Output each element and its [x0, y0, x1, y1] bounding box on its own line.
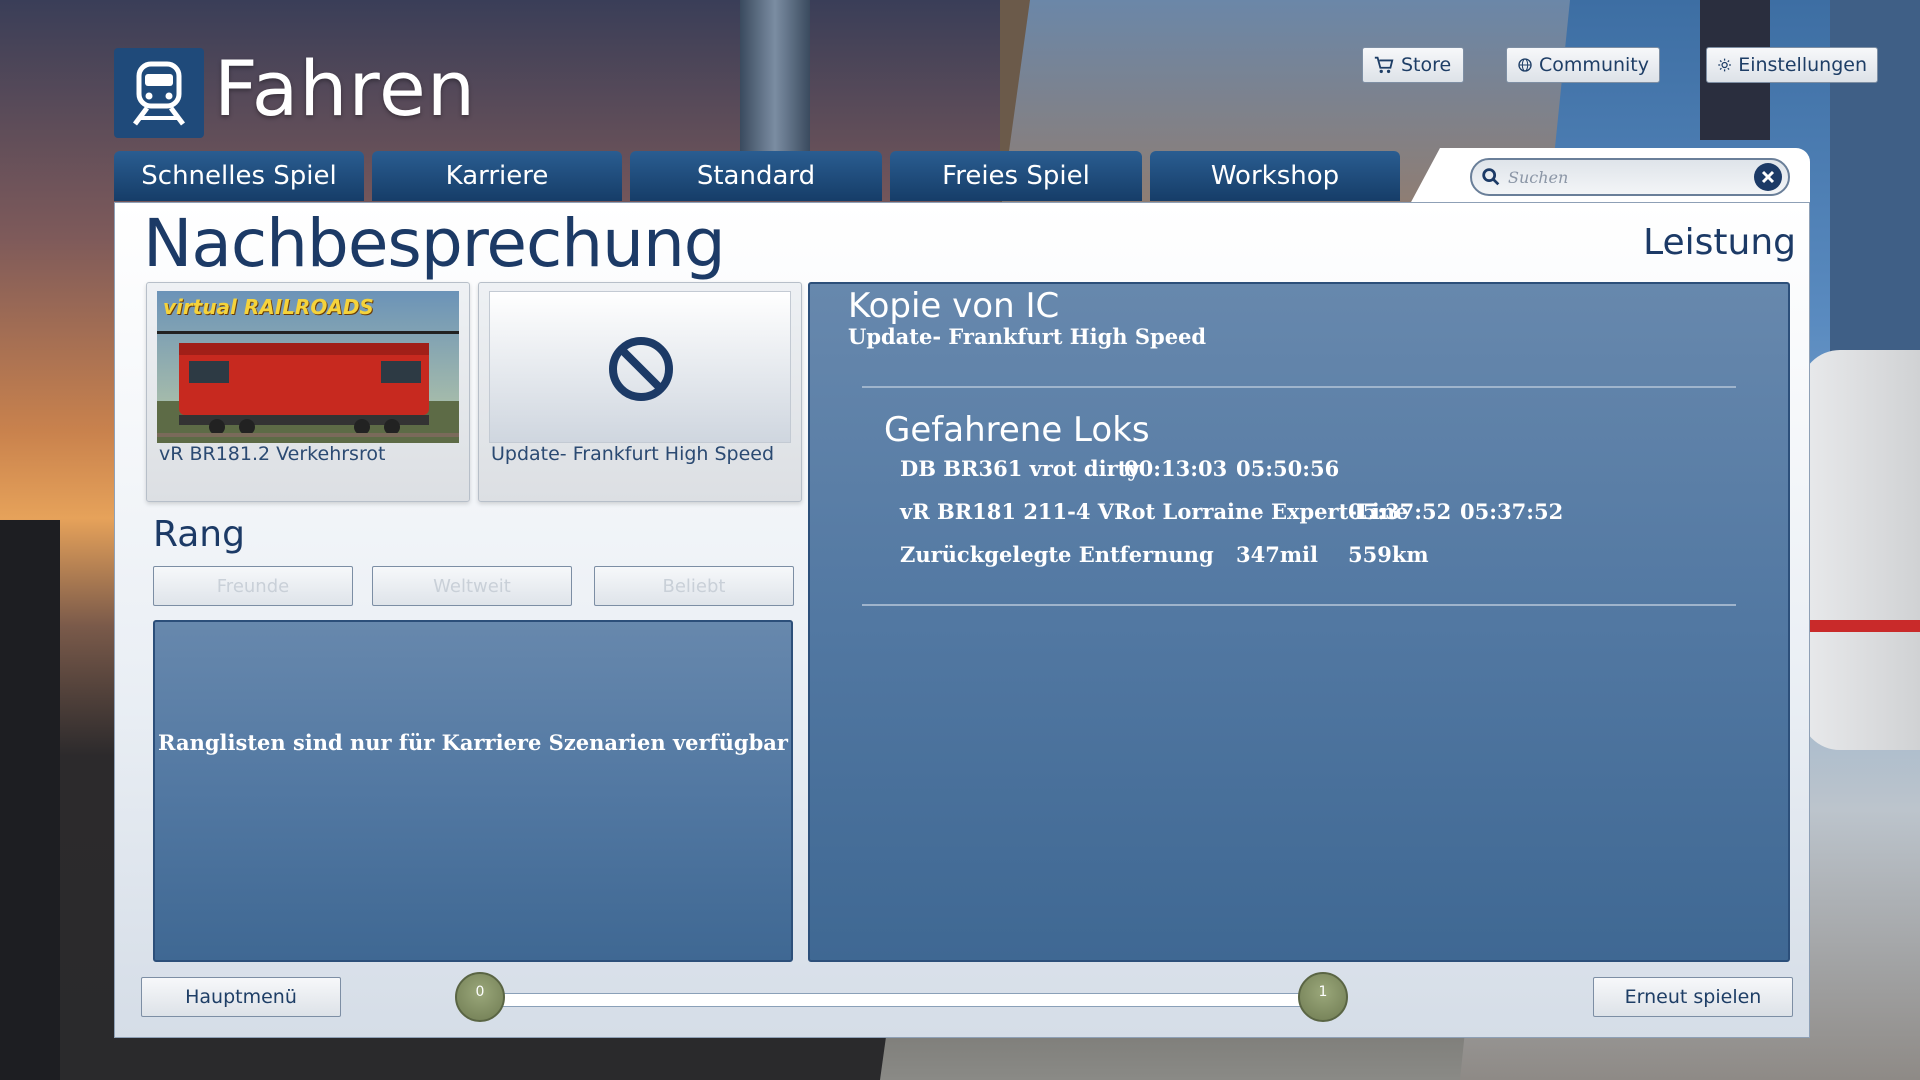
slider-end-handle[interactable]: 1: [1298, 972, 1348, 1022]
app-title: Fahren: [214, 44, 476, 133]
train-icon: [133, 61, 185, 126]
main-menu-button[interactable]: Hauptmenü: [141, 977, 341, 1017]
rank-friends-button[interactable]: Freunde: [153, 566, 353, 606]
route-name: Update- Frankfurt High Speed: [848, 324, 1207, 349]
leaderboard-message: Ranglisten sind nur für Karriere Szenari…: [158, 730, 788, 755]
background-ice-train: [1800, 350, 1920, 750]
tab-karriere[interactable]: Karriere: [372, 151, 622, 201]
gear-icon: [1718, 58, 1731, 72]
distance-label: Zurückgelegte Entfernung: [900, 542, 1214, 567]
search-icon: [1482, 168, 1500, 186]
store-button[interactable]: Store: [1362, 47, 1464, 83]
rank-title: Rang: [153, 514, 245, 555]
tab-standard[interactable]: Standard: [630, 151, 882, 201]
community-label: Community: [1539, 54, 1649, 76]
progress-slider-track[interactable]: [478, 993, 1320, 1007]
divider: [862, 386, 1736, 388]
slider-start-handle[interactable]: 0: [455, 972, 505, 1022]
tab-workshop[interactable]: Workshop: [1150, 151, 1400, 201]
rank-worldwide-button[interactable]: Weltweit: [372, 566, 572, 606]
route-label: Update- Frankfurt High Speed: [491, 443, 775, 465]
tab-schnelles-spiel[interactable]: Schnelles Spiel: [114, 151, 364, 201]
loco-name: DB BR361 vrot dirty: [900, 456, 1140, 481]
search-input[interactable]: [1506, 166, 1740, 188]
route-card[interactable]: Update- Frankfurt High Speed: [478, 282, 802, 502]
tab-freies-spiel[interactable]: Freies Spiel: [890, 151, 1142, 201]
loco-time-a: 05:37:52: [1348, 499, 1452, 524]
globe-icon: [1518, 58, 1532, 72]
loco-time-b: 05:50:56: [1236, 456, 1340, 481]
cart-icon: [1374, 56, 1394, 74]
leaderboard-panel: Ranglisten sind nur für Karriere Szenari…: [153, 620, 793, 962]
driven-locos-title: Gefahrene Loks: [884, 410, 1150, 450]
community-button[interactable]: Community: [1506, 47, 1660, 83]
locomotive-thumbnail: virtual RAILROADS: [157, 291, 459, 443]
background-tower: [740, 0, 810, 160]
loco-name: vR BR181 211-4 VRot Lorraine Expert-Line: [900, 499, 1409, 524]
performance-panel: [808, 282, 1790, 962]
loco-time-a: 00:13:03: [1124, 456, 1228, 481]
store-label: Store: [1401, 54, 1452, 76]
settings-label: Einstellungen: [1738, 54, 1867, 76]
unavailable-icon: [609, 337, 673, 401]
route-thumbnail: [489, 291, 791, 443]
locomotive-card[interactable]: virtual RAILROADS vR BR181.2 Verkehrsrot: [146, 282, 470, 502]
locomotive-label: vR BR181.2 Verkehrsrot: [159, 443, 386, 465]
brand-watermark: virtual RAILROADS: [163, 295, 374, 319]
section-title-leistung: Leistung: [1643, 222, 1796, 263]
divider: [862, 604, 1736, 606]
page-title: Nachbesprechung: [143, 205, 726, 282]
settings-button[interactable]: Einstellungen: [1706, 47, 1878, 83]
distance-miles: 347mil: [1236, 542, 1319, 567]
search-box: [1470, 158, 1790, 196]
scenario-name: Kopie von IC: [848, 286, 1060, 326]
replay-button[interactable]: Erneut spielen: [1593, 977, 1793, 1017]
distance-km: 559km: [1348, 542, 1429, 567]
close-icon: [1761, 170, 1775, 184]
loco-time-b: 05:37:52: [1460, 499, 1564, 524]
rank-popular-button[interactable]: Beliebt: [594, 566, 794, 606]
clear-search-button[interactable]: [1754, 163, 1782, 191]
background-building: [0, 520, 60, 1080]
train-logo: [114, 48, 204, 138]
